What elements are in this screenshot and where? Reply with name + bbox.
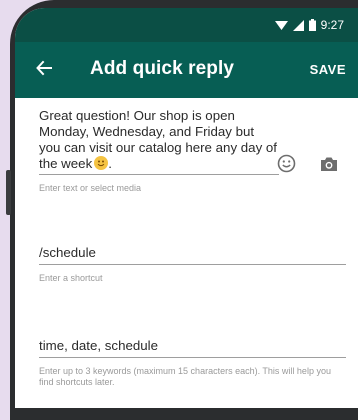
message-text: Great question! Our shop is open Monday,…	[39, 108, 278, 171]
keywords-helper-text: Enter up to 3 keywords (maximum 15 chara…	[39, 366, 331, 387]
back-arrow-icon[interactable]	[35, 59, 53, 82]
message-helper-text: Enter text or select media	[39, 183, 142, 193]
page-title: Add quick reply	[90, 58, 235, 79]
status-time: 9:27	[320, 18, 344, 32]
shortcut-field-group: /schedule Enter a shortcut	[39, 245, 346, 284]
shortcut-helper-text: Enter a shortcut	[39, 273, 103, 283]
smiling-emoji-icon	[94, 156, 109, 170]
phone-side-button	[6, 170, 11, 215]
smiley-icon[interactable]	[277, 154, 296, 178]
battery-icon	[308, 19, 316, 31]
camera-icon[interactable]	[320, 156, 338, 177]
toolbar: Add quick reply SAVE	[15, 42, 358, 98]
message-input[interactable]: Great question! Our shop is open Monday,…	[39, 108, 279, 175]
keywords-field-group: time, date, schedule Enter up to 3 keywo…	[39, 338, 346, 388]
shortcut-input[interactable]: /schedule	[39, 245, 346, 265]
phone-screen: 9:27 Add quick reply SAVE Great question…	[15, 8, 358, 408]
wifi-icon	[274, 20, 288, 31]
message-field-group: Great question! Our shop is open Monday,…	[39, 108, 279, 193]
keywords-input[interactable]: time, date, schedule	[39, 338, 346, 358]
status-bar: 9:27	[15, 8, 358, 42]
save-button[interactable]: SAVE	[310, 62, 346, 77]
signal-icon	[292, 19, 304, 31]
